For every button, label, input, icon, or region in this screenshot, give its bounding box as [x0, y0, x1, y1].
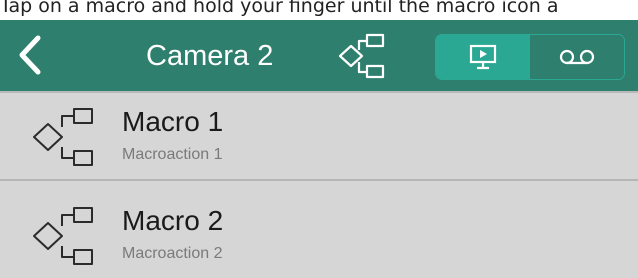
macro-icon [33, 207, 93, 265]
archive-segment[interactable] [530, 35, 624, 79]
chevron-left-icon [19, 35, 41, 75]
monitor-icon [469, 44, 497, 70]
instruction-caption: Tap on a macro and hold your finger unti… [0, 0, 559, 17]
back-button[interactable] [8, 30, 58, 80]
list-divider [0, 181, 638, 192]
macro-subtitle: Macroaction 2 [122, 245, 223, 262]
macro-list-item[interactable]: Macro 1 Macroaction 1 [0, 93, 638, 181]
macro-title: Macro 2 [122, 205, 224, 236]
macro-button[interactable] [337, 32, 389, 80]
live-view-segment[interactable] [436, 35, 530, 79]
navigation-bar: Camera 2 [0, 20, 638, 91]
macro-subtitle: Macroaction 1 [122, 146, 223, 163]
macro-icon [338, 33, 385, 79]
recording-icon [559, 49, 595, 65]
macro-icon [33, 108, 93, 166]
macro-title: Macro 1 [122, 106, 224, 137]
view-mode-segmented-control [435, 34, 625, 80]
macro-list-item[interactable]: Macro 2 Macroaction 2 [0, 192, 638, 278]
page-title: Camera 2 [146, 40, 274, 72]
